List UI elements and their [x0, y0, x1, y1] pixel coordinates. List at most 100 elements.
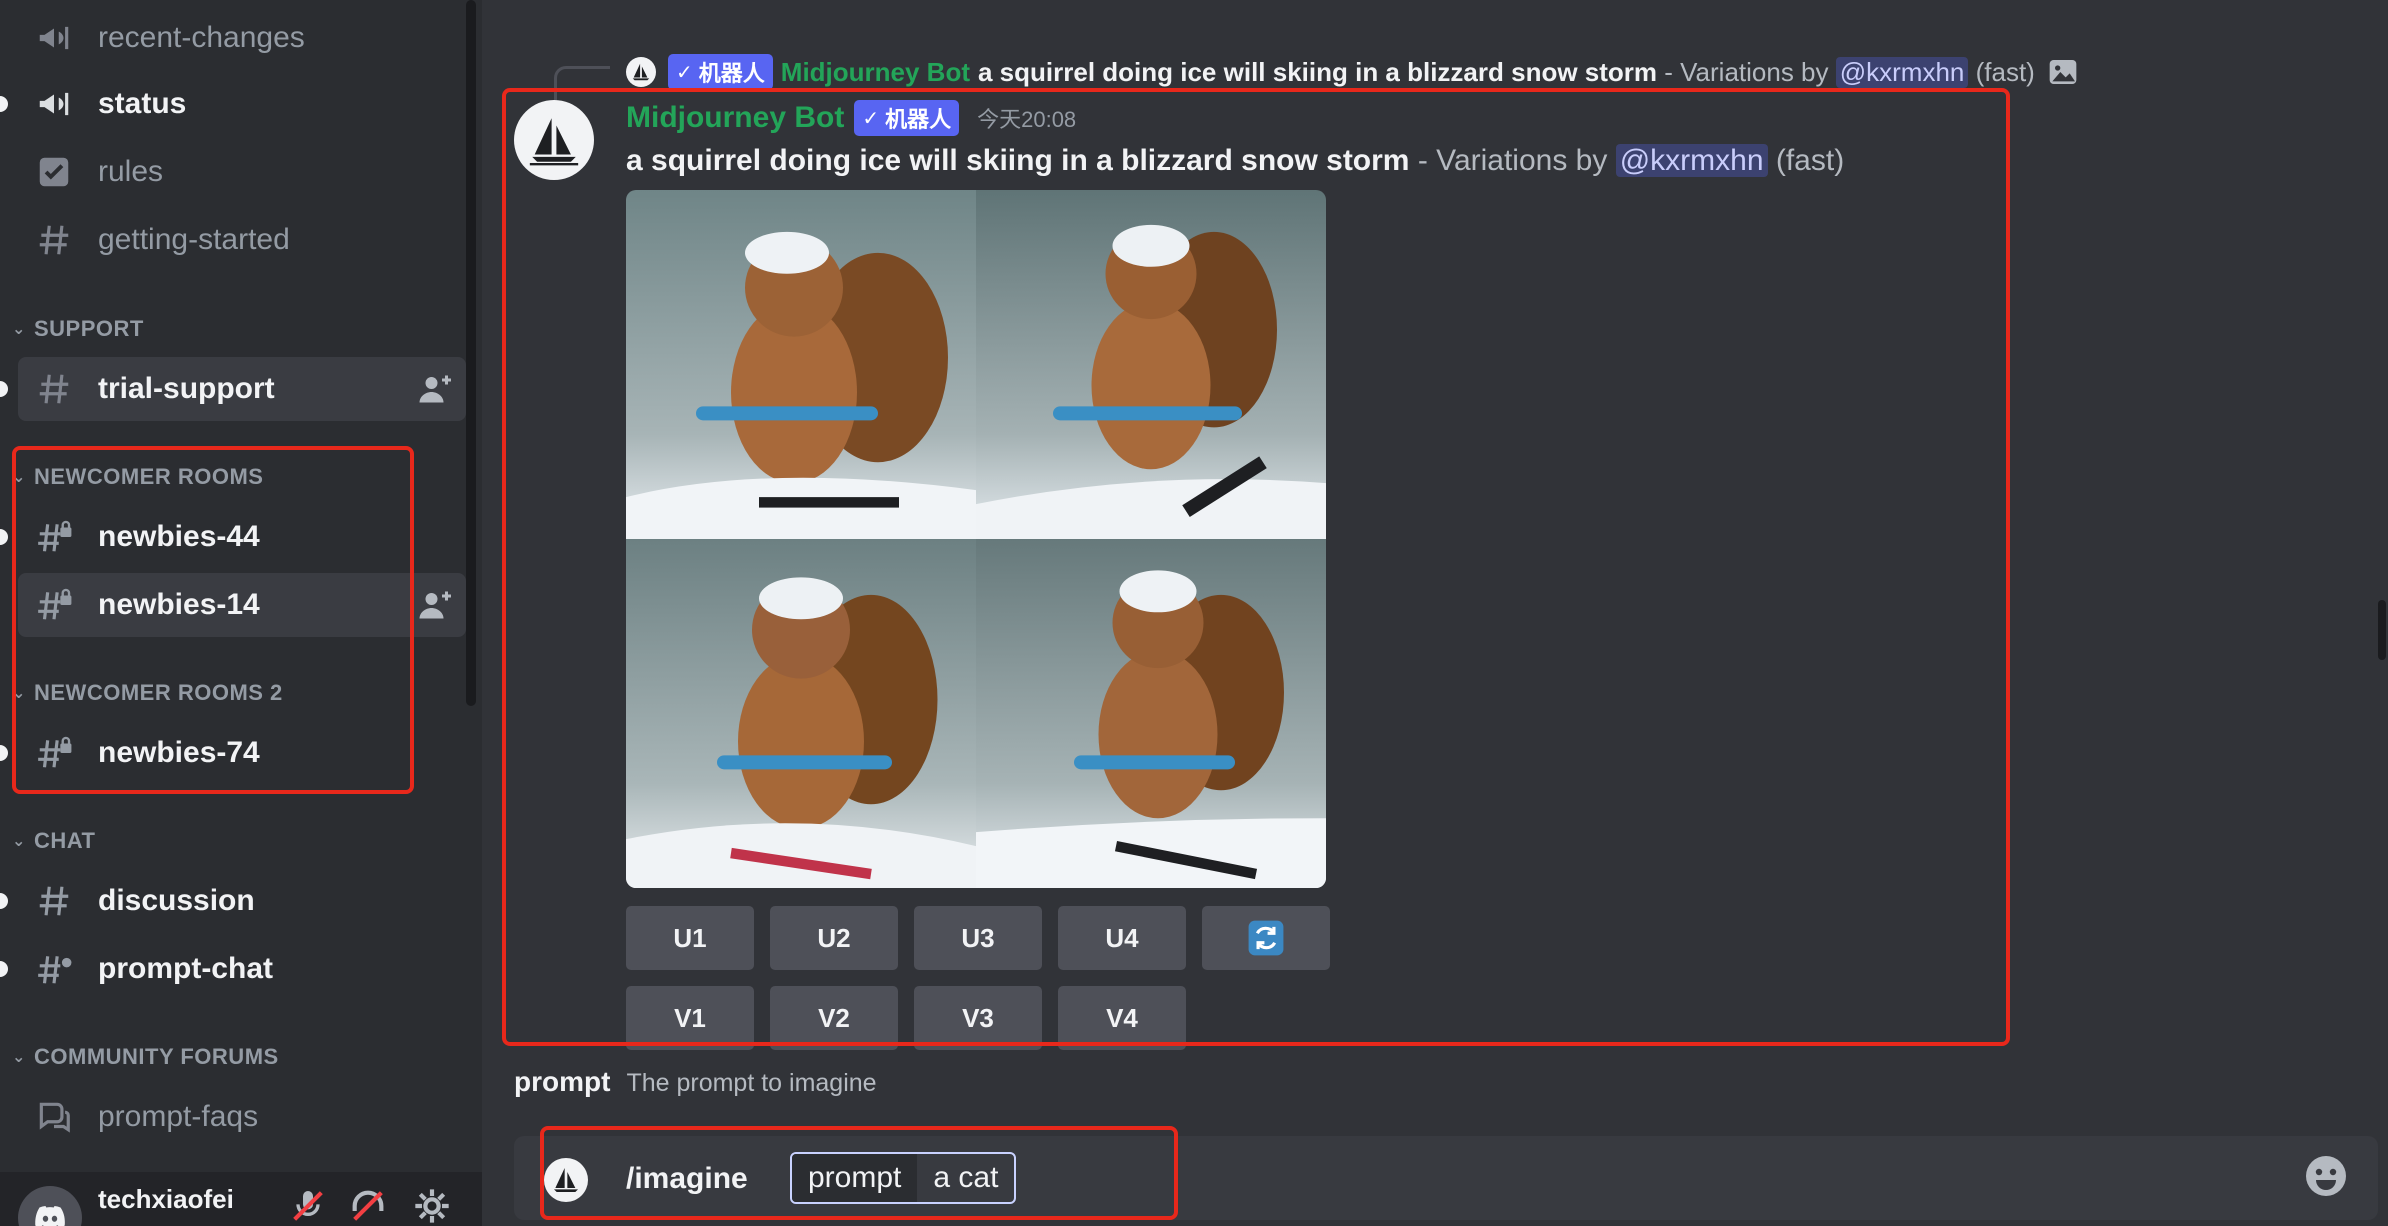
category-newcomer-rooms[interactable]: ⌄ NEWCOMER ROOMS: [12, 464, 263, 490]
channel-name: discussion: [98, 884, 255, 917]
channel-newbies-14[interactable]: newbies-14: [18, 573, 466, 637]
bot-badge-label: 机器人: [885, 107, 952, 132]
channel-sidebar: recent-changes status rules getting-star…: [0, 0, 482, 1226]
gear-icon[interactable]: [412, 1186, 452, 1226]
channel-status[interactable]: status: [0, 72, 466, 136]
variation-button-v4[interactable]: V4: [1058, 986, 1186, 1050]
channel-getting-started[interactable]: getting-started: [18, 208, 466, 272]
variation-button-v3[interactable]: V3: [914, 986, 1042, 1050]
reply-speed: (fast): [1968, 56, 2035, 87]
category-support[interactable]: ⌄ SUPPORT: [12, 316, 144, 342]
user-panel: techxiaofei: [0, 1172, 482, 1226]
refresh-icon: [1248, 920, 1284, 956]
microphone-muted-icon[interactable]: [288, 1186, 328, 1226]
channel-newbies-44[interactable]: newbies-44: [0, 505, 466, 569]
category-newcomer-rooms-2[interactable]: ⌄ NEWCOMER ROOMS 2: [12, 680, 283, 706]
variation-button-v1[interactable]: V1: [626, 986, 754, 1050]
rules-checkbox-icon: [32, 150, 76, 194]
message-prompt: a squirrel doing ice will skiing in a bl…: [626, 144, 1410, 177]
avatar[interactable]: [18, 1186, 82, 1226]
slash-command: /imagine: [626, 1162, 748, 1195]
upscale-button-u4[interactable]: U4: [1058, 906, 1186, 970]
channel-name: getting-started: [98, 223, 290, 256]
channel-prompt-faqs[interactable]: prompt-faqs: [18, 1085, 466, 1149]
sidebar-scrollbar[interactable]: [466, 0, 476, 706]
sailboat-logo-icon: [529, 118, 579, 166]
announcement-icon: [32, 82, 76, 126]
generated-image-grid[interactable]: [626, 190, 1326, 888]
channel-name: newbies-74: [98, 736, 260, 769]
channel-rules[interactable]: rules: [18, 140, 466, 204]
option-name: prompt: [514, 1066, 611, 1097]
upscale-button-u2[interactable]: U2: [770, 906, 898, 970]
hash-icon: [32, 218, 76, 262]
add-user-icon[interactable]: [418, 587, 454, 623]
channel-name: newbies-44: [98, 520, 260, 553]
channel-recent-changes[interactable]: recent-changes: [18, 6, 466, 70]
chat-scrollbar[interactable]: [2378, 600, 2386, 660]
reply-prompt: a squirrel doing ice will skiing in a bl…: [978, 56, 1658, 87]
message-timestamp: 今天20:08: [977, 107, 1077, 132]
category-chat[interactable]: ⌄ CHAT: [12, 828, 95, 854]
option-description: The prompt to imagine: [626, 1069, 877, 1097]
parameter-name: prompt: [792, 1154, 918, 1202]
command-parameter[interactable]: prompt a cat: [790, 1152, 1017, 1204]
unread-indicator: [0, 961, 8, 977]
sailboat-logo-icon: [554, 1168, 578, 1192]
image-attachment-icon[interactable]: [2047, 56, 2079, 88]
hash-icon: [32, 367, 76, 411]
discord-logo-icon: [35, 1206, 65, 1226]
sailboat-logo-icon: [632, 63, 650, 81]
hash-lock-icon: [32, 583, 76, 627]
parameter-value-input[interactable]: a cat: [917, 1161, 1014, 1195]
unread-indicator: [0, 96, 8, 112]
channel-name: trial-support: [98, 372, 275, 405]
chevron-down-icon: ⌄: [12, 321, 26, 338]
category-label: NEWCOMER ROOMS: [34, 464, 264, 489]
reply-preview[interactable]: ✓ 机器人 Midjourney Bot a squirrel doing ice…: [626, 52, 2079, 92]
add-user-icon[interactable]: [418, 371, 454, 407]
reply-author[interactable]: Midjourney Bot: [781, 57, 970, 88]
reroll-button[interactable]: [1202, 906, 1330, 970]
channel-prompt-chat[interactable]: prompt-chat: [0, 937, 466, 1001]
message-mention[interactable]: @kxrmxhn: [1615, 144, 1768, 177]
variation-button-v2[interactable]: V2: [770, 986, 898, 1050]
avatar[interactable]: [514, 100, 594, 180]
hash-icon: [32, 879, 76, 923]
upscale-button-u3[interactable]: U3: [914, 906, 1042, 970]
generated-image-2: [976, 190, 1326, 539]
upscale-button-u1[interactable]: U1: [626, 906, 754, 970]
verified-check-icon: ✓: [676, 61, 693, 84]
chevron-down-icon: ⌄: [12, 833, 26, 850]
reply-connector: [554, 66, 610, 102]
command-option-hint: prompt The prompt to imagine: [514, 1066, 877, 1098]
channel-name: prompt-faqs: [98, 1100, 259, 1133]
channel-discussion[interactable]: discussion: [0, 869, 466, 933]
hash-thread-icon: [32, 947, 76, 991]
generated-image-4: [976, 539, 1326, 888]
headphones-deafened-icon[interactable]: [348, 1186, 388, 1226]
chevron-down-icon: ⌄: [12, 469, 26, 486]
bot-badge: ✓ 机器人: [668, 54, 773, 90]
category-label: COMMUNITY FORUMS: [34, 1044, 279, 1069]
reply-mention[interactable]: @kxrmxhn: [1835, 56, 1969, 88]
channel-trial-support[interactable]: trial-support: [0, 357, 466, 421]
category-label: CHAT: [34, 828, 96, 853]
hash-lock-icon: [32, 515, 76, 559]
message-composer[interactable]: /imagine prompt a cat: [514, 1136, 2378, 1220]
generated-image-3: [626, 539, 976, 888]
category-label: NEWCOMER ROOMS 2: [34, 680, 283, 705]
channel-newbies-74[interactable]: newbies-74: [0, 721, 466, 785]
category-label: SUPPORT: [34, 316, 144, 341]
upscale-button-row: U1 U2 U3 U4: [626, 906, 1330, 970]
channel-name: status: [98, 87, 187, 120]
forum-icon: [32, 1095, 76, 1139]
channel-name: prompt-chat: [98, 952, 273, 985]
reply-suffix: - Variations by: [1657, 56, 1836, 87]
channel-name: newbies-14: [98, 588, 260, 621]
message-author[interactable]: Midjourney Bot: [626, 101, 844, 135]
category-community-forums[interactable]: ⌄ COMMUNITY FORUMS: [12, 1044, 279, 1070]
chevron-down-icon: ⌄: [12, 685, 26, 702]
emoji-picker-icon[interactable]: [2302, 1152, 2350, 1200]
channel-name: recent-changes: [98, 21, 305, 54]
